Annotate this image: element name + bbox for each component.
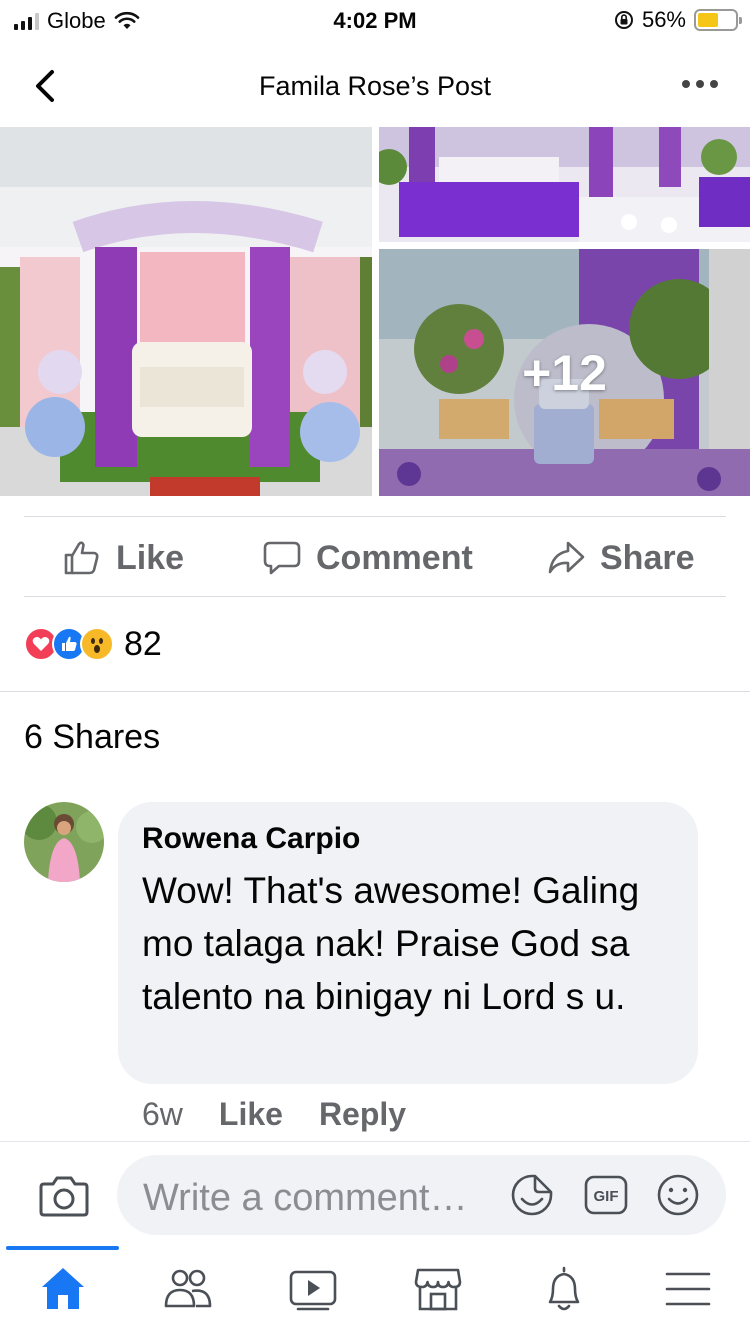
comment-placeholder[interactable]: Write a comment… bbox=[143, 1177, 467, 1220]
wedding-stage-photo[interactable] bbox=[0, 127, 372, 496]
active-tab-indicator bbox=[6, 1246, 119, 1250]
more-photos-count[interactable]: +12 bbox=[379, 249, 750, 496]
post-actions: Like Comment Share bbox=[0, 519, 750, 597]
home-icon bbox=[42, 1268, 84, 1309]
comment-button[interactable]: Comment bbox=[262, 519, 473, 597]
gif-icon[interactable]: GIF bbox=[583, 1172, 629, 1218]
comment-reply-button[interactable]: Reply bbox=[319, 1096, 406, 1133]
tab-menu[interactable] bbox=[662, 1264, 714, 1314]
sticker-icon[interactable] bbox=[509, 1172, 555, 1218]
comment-time: 6w bbox=[142, 1096, 183, 1132]
comment-author[interactable]: Rowena Carpio bbox=[142, 822, 674, 856]
avatar[interactable] bbox=[24, 802, 104, 882]
divider bbox=[24, 596, 726, 597]
comment-input[interactable]: Write a comment… GIF bbox=[117, 1155, 726, 1235]
friends-icon bbox=[164, 1269, 212, 1308]
svg-text:GIF: GIF bbox=[594, 1188, 619, 1205]
wow-reaction-icon bbox=[80, 627, 114, 661]
page-title: Famila Rose’s Post bbox=[258, 71, 492, 101]
comment-composer: Write a comment… GIF bbox=[0, 1141, 750, 1246]
tab-marketplace[interactable] bbox=[412, 1264, 464, 1314]
reactions-summary[interactable]: 82 bbox=[24, 622, 162, 666]
marketplace-store-icon bbox=[414, 1268, 462, 1311]
comment-icon bbox=[263, 541, 301, 575]
bell-icon bbox=[548, 1266, 580, 1311]
status-bar: Globe 4:02 PM 56% bbox=[0, 0, 750, 44]
comment-label: Comment bbox=[316, 538, 473, 577]
ellipsis-icon[interactable] bbox=[680, 72, 720, 96]
battery-percent: 56% bbox=[641, 7, 686, 32]
status-right: 56% bbox=[614, 7, 742, 33]
like-button[interactable]: Like bbox=[62, 519, 184, 597]
orientation-lock-icon bbox=[614, 11, 633, 29]
reaction-count: 82 bbox=[124, 624, 162, 663]
comment-text: Wow! That's awesome! Galing mo talaga na… bbox=[142, 870, 640, 1017]
tab-watch[interactable] bbox=[287, 1264, 339, 1314]
menu-hamburger-icon bbox=[665, 1272, 711, 1306]
comment-like-button[interactable]: Like bbox=[219, 1096, 283, 1133]
share-arrow-icon bbox=[548, 541, 585, 574]
shares-count[interactable]: 6 Shares bbox=[24, 718, 160, 757]
comment-bubble: Rowena Carpio Wow! That's awesome! Galin… bbox=[118, 802, 698, 1084]
watch-video-icon bbox=[289, 1270, 337, 1311]
emoji-icon[interactable] bbox=[655, 1172, 701, 1218]
post-header: Famila Rose’s Post bbox=[0, 44, 750, 126]
battery-icon bbox=[694, 9, 742, 31]
divider bbox=[24, 516, 726, 517]
photo-grid: +12 bbox=[0, 127, 750, 497]
tab-notifications[interactable] bbox=[538, 1264, 590, 1314]
tab-bar bbox=[0, 1246, 750, 1334]
dessert-table-photo[interactable]: +12 bbox=[379, 249, 750, 496]
reception-tables-photo[interactable] bbox=[379, 127, 750, 242]
comment-meta: 6w Like Reply bbox=[142, 1096, 406, 1133]
camera-icon[interactable] bbox=[38, 1172, 90, 1220]
share-label: Share bbox=[600, 538, 695, 577]
thumbs-up-icon bbox=[64, 541, 99, 575]
share-button[interactable]: Share bbox=[546, 519, 695, 597]
tab-friends[interactable] bbox=[162, 1264, 214, 1314]
like-label: Like bbox=[116, 538, 185, 577]
tab-home[interactable] bbox=[37, 1264, 89, 1314]
divider bbox=[0, 691, 750, 692]
